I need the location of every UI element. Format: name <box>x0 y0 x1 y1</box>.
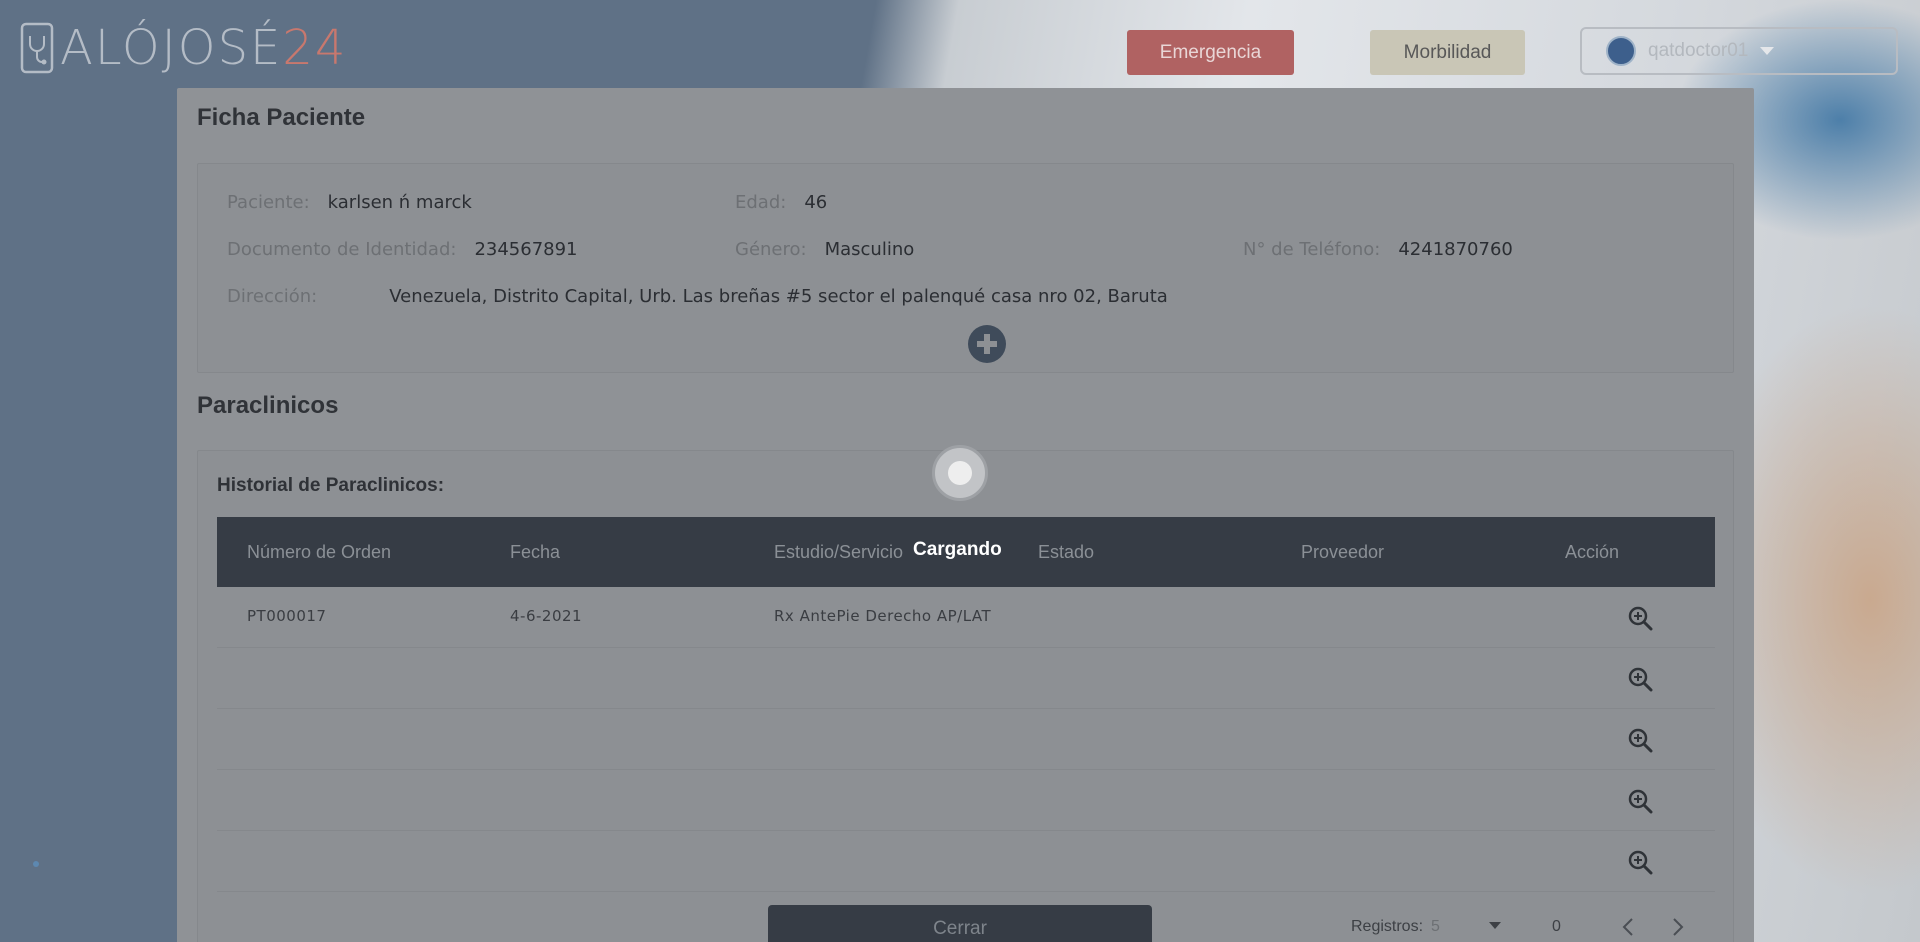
field-direccion: Dirección: Venezuela, Distrito Capital, U… <box>227 286 1168 307</box>
paciente-value: karlsen ń marck <box>327 192 472 213</box>
zoom-in-icon[interactable] <box>1627 788 1653 814</box>
zoom-in-icon[interactable] <box>1627 605 1653 631</box>
patient-info-box: Paciente: karlsen ń marck Edad: 46 Documen… <box>197 163 1734 373</box>
telefono-label: N° de Teléfono: <box>1243 239 1381 260</box>
field-genero: Género: Masculino <box>735 239 914 260</box>
page-range: 0 <box>1552 918 1561 935</box>
brand-logo[interactable]: ALÓJOSÉ24 <box>20 20 347 76</box>
table-row <box>217 770 1715 831</box>
field-paciente: Paciente: karlsen ń marck <box>227 192 472 213</box>
logo-main: ALÓJOSÉ <box>60 20 283 76</box>
plus-circle-icon[interactable] <box>968 325 1006 363</box>
cell-estudio: Rx AntePie Derecho AP/LAT <box>774 607 992 625</box>
morbilidad-button[interactable]: Morbilidad <box>1370 30 1525 75</box>
table-row <box>217 831 1715 892</box>
table-row <box>217 709 1715 770</box>
genero-label: Género: <box>735 239 807 260</box>
registros-selector[interactable]: Registros: 5 <box>1351 918 1440 936</box>
emergency-button[interactable]: Emergencia <box>1127 30 1294 75</box>
loading-dot <box>948 461 972 485</box>
col-estado[interactable]: Estado <box>1038 542 1094 563</box>
side-indicator-dot <box>33 861 39 867</box>
field-documento: Documento de Identidad: 234567891 <box>227 239 578 260</box>
zoom-in-icon[interactable] <box>1627 666 1653 692</box>
dropdown-arrow-icon[interactable] <box>1489 922 1501 929</box>
col-orden[interactable]: Número de Orden <box>247 542 391 563</box>
col-fecha[interactable]: Fecha <box>510 542 560 563</box>
stethoscope-phone-icon <box>20 22 54 74</box>
table-row: PT000017 4-6-2021 Rx AntePie Derecho AP/… <box>217 587 1715 648</box>
telefono-value: 4241870760 <box>1398 239 1513 260</box>
paciente-label: Paciente: <box>227 192 310 213</box>
chevron-left-icon[interactable] <box>1621 916 1635 938</box>
field-edad: Edad: 46 <box>735 192 827 213</box>
logo-text: ALÓJOSÉ24 <box>60 20 347 76</box>
registros-value: 5 <box>1431 918 1440 935</box>
avatar <box>1606 36 1636 66</box>
historial-title: Historial de Paraclinicos: <box>217 475 445 496</box>
top-bar: ALÓJOSÉ24 Emergencia Morbilidad qatdocto… <box>0 0 1920 88</box>
field-telefono: N° de Teléfono: 4241870760 <box>1243 239 1513 260</box>
genero-value: Masculino <box>824 239 915 260</box>
col-accion: Acción <box>1565 541 1620 562</box>
close-button[interactable]: Cerrar <box>768 905 1152 942</box>
direccion-label: Dirección: <box>227 286 318 307</box>
col-proveedor[interactable]: Proveedor <box>1301 542 1384 563</box>
loading-spinner-icon <box>932 445 988 501</box>
zoom-in-icon[interactable] <box>1627 727 1653 753</box>
main-card: Ficha Paciente Paciente: karlsen ń marck … <box>177 88 1754 942</box>
paraclinicos-title: Paraclinicos <box>197 392 339 419</box>
cell-orden: PT000017 <box>247 607 327 625</box>
user-name: qatdoctor01 <box>1648 40 1749 61</box>
paraclinicos-box: Historial de Paraclinicos: Número de Ord… <box>197 450 1734 942</box>
ficha-title: Ficha Paciente <box>197 104 366 131</box>
documento-value: 234567891 <box>474 239 578 260</box>
edad-value: 46 <box>804 192 828 213</box>
logo-number: 24 <box>282 20 348 76</box>
edad-label: Edad: <box>735 192 787 213</box>
col-estudio[interactable]: Estudio/Servicio <box>774 542 903 563</box>
zoom-in-icon[interactable] <box>1627 849 1653 875</box>
caret-down-icon <box>1760 47 1775 55</box>
table-row <box>217 648 1715 709</box>
registros-label: Registros: <box>1351 918 1424 935</box>
chevron-right-icon[interactable] <box>1671 916 1685 938</box>
user-menu[interactable]: qatdoctor01 <box>1580 27 1898 75</box>
cell-fecha: 4-6-2021 <box>510 607 583 625</box>
direccion-value: Venezuela, Distrito Capital, Urb. Las br… <box>389 286 1168 307</box>
documento-label: Documento de Identidad: <box>227 239 457 260</box>
loading-text: Cargando <box>913 539 1002 560</box>
